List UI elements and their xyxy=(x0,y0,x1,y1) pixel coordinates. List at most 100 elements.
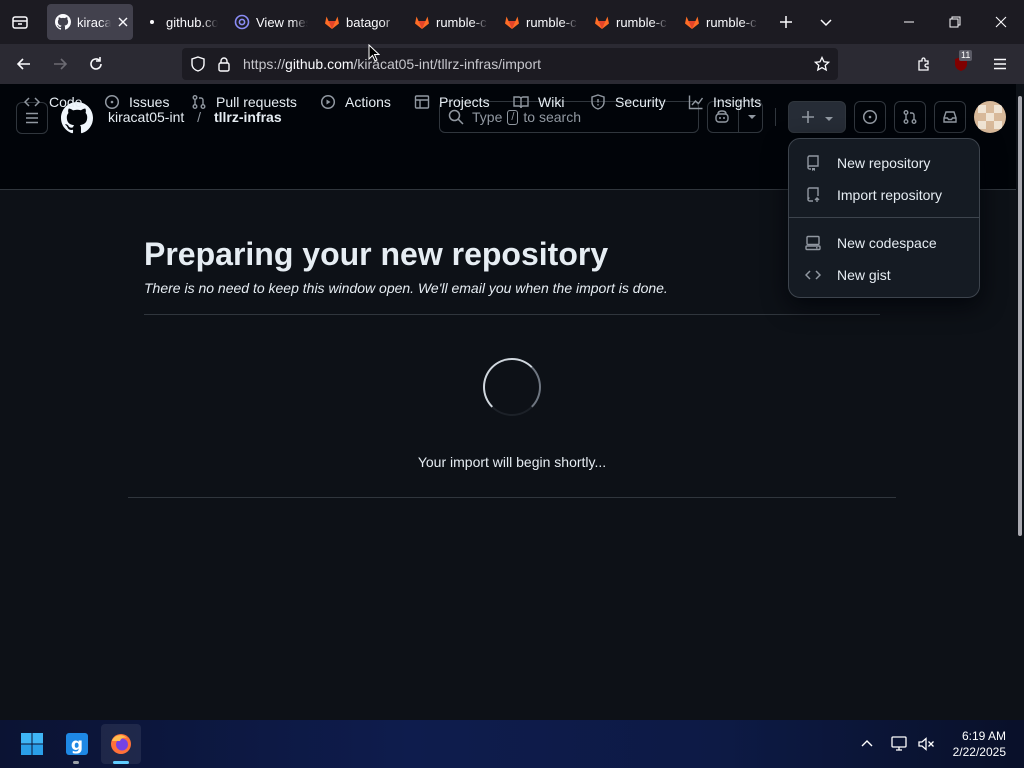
url-text[interactable]: https://github.com/kiracat05-int/tllrz-i… xyxy=(243,56,541,72)
windows-logo-icon xyxy=(21,733,43,755)
tab-pull-requests[interactable]: Pull requests xyxy=(191,84,297,120)
notifications-button[interactable] xyxy=(934,101,966,133)
tab-gitlab-rumble-4[interactable]: rumble-c xyxy=(676,4,760,40)
gitlab-icon xyxy=(685,16,699,29)
tab-gitlab-rumble-1[interactable]: rumble-c xyxy=(406,4,490,40)
issues-button[interactable] xyxy=(854,101,886,133)
book-icon xyxy=(513,96,529,109)
chevron-up-icon xyxy=(861,740,873,747)
close-window-button[interactable] xyxy=(987,8,1015,36)
close-tab-icon[interactable] xyxy=(117,16,129,28)
gitlab-icon xyxy=(595,16,609,29)
tab-gitlab-rumble-2[interactable]: rumble-c xyxy=(496,4,580,40)
identicon-icon xyxy=(974,101,1006,133)
graph-icon xyxy=(688,95,704,110)
volume-muted-icon xyxy=(918,737,934,751)
address-bar[interactable]: https://github.com/kiracat05-int/tllrz-i… xyxy=(182,48,838,80)
tab-projects[interactable]: Projects xyxy=(414,84,490,120)
inbox-icon xyxy=(943,111,957,123)
plus-icon xyxy=(780,16,792,28)
g-app-icon: g xyxy=(66,733,88,755)
tab-actions[interactable]: Actions xyxy=(320,84,391,120)
extensions-button[interactable] xyxy=(910,50,938,78)
repo-icon xyxy=(807,155,819,171)
close-icon xyxy=(995,16,1007,28)
taskbar-app-g[interactable]: g xyxy=(57,724,97,764)
arrow-left-icon xyxy=(16,58,30,70)
dot-icon xyxy=(150,20,154,24)
create-new-button[interactable] xyxy=(788,101,846,133)
menu-item-label: New gist xyxy=(837,267,891,283)
menu-item-label: Import repository xyxy=(837,187,943,203)
new-tab-button[interactable] xyxy=(772,8,800,36)
divider xyxy=(144,314,880,315)
volume-button[interactable] xyxy=(912,724,940,764)
show-hidden-icons-button[interactable] xyxy=(849,724,885,764)
restore-button[interactable] xyxy=(941,8,969,36)
tab-insights[interactable]: Insights xyxy=(688,84,761,120)
taskbar-clock[interactable]: 6:19 AM 2/22/2025 xyxy=(953,728,1006,760)
loading-spinner xyxy=(483,358,541,416)
menu-item-new-gist[interactable]: New gist xyxy=(797,259,973,291)
shield-icon xyxy=(591,94,605,110)
star-icon[interactable] xyxy=(814,56,830,72)
menu-button[interactable] xyxy=(986,50,1014,78)
tab-view-message[interactable]: View message xyxy=(226,4,310,40)
tab-gitlab-batagor[interactable]: batagor xyxy=(316,4,400,40)
divider xyxy=(128,497,896,498)
tab-code-label: Code xyxy=(49,94,83,110)
tab-label: rumble-c xyxy=(436,14,487,30)
chevron-down-icon xyxy=(820,19,832,27)
menu-item-label: New repository xyxy=(837,155,931,171)
list-all-tabs-button[interactable] xyxy=(812,8,840,36)
tab-wiki[interactable]: Wiki xyxy=(513,84,564,120)
ublock-extension-button[interactable]: 11 xyxy=(947,50,975,78)
play-icon xyxy=(320,94,336,110)
git-pull-request-icon xyxy=(192,95,206,109)
hamburger-icon xyxy=(994,58,1006,70)
taskbar-app-firefox[interactable] xyxy=(101,724,141,764)
codespaces-icon xyxy=(805,235,821,251)
menu-item-new-codespace[interactable]: New codespace xyxy=(797,227,973,259)
page-title: Preparing your new repository xyxy=(144,236,609,272)
repo-push-icon xyxy=(807,187,820,202)
minimize-button[interactable] xyxy=(895,8,923,36)
tab-github-com[interactable]: github.com xyxy=(136,4,220,40)
github-icon xyxy=(55,14,71,30)
shield-icon[interactable] xyxy=(190,56,206,72)
tab-security[interactable]: Security xyxy=(590,84,666,120)
chevron-down-icon xyxy=(825,117,833,121)
lock-icon[interactable] xyxy=(217,56,231,72)
menu-item-new-repository[interactable]: New repository xyxy=(797,147,973,179)
at-icon xyxy=(234,14,250,30)
firefox-icon xyxy=(111,734,131,754)
tab-label: rumble-c xyxy=(616,14,667,30)
tab-label: kiracat05-int/tllrz-infras xyxy=(77,14,111,30)
import-status-text: Your import will begin shortly... xyxy=(417,454,607,470)
pull-requests-button[interactable] xyxy=(894,101,926,133)
back-button[interactable] xyxy=(10,50,38,78)
avatar[interactable] xyxy=(974,101,1006,133)
network-button[interactable] xyxy=(886,724,914,764)
reload-button[interactable] xyxy=(82,50,110,78)
puzzle-icon xyxy=(918,57,929,71)
tab-label: batagor xyxy=(346,14,391,30)
scrollbar-thumb[interactable] xyxy=(1018,96,1022,536)
tab-projects-label: Projects xyxy=(439,94,490,110)
tab-issues-label: Issues xyxy=(129,94,170,110)
tab-gitlab-rumble-3[interactable]: rumble-c xyxy=(586,4,670,40)
tab-code[interactable]: Code xyxy=(24,84,82,120)
start-button[interactable] xyxy=(12,724,52,764)
plus-icon xyxy=(802,111,814,123)
page-scrollbar[interactable] xyxy=(1016,84,1024,720)
menu-item-import-repository[interactable]: Import repository xyxy=(797,179,973,211)
tab-github-repo[interactable]: kiracat05-int/tllrz-infras xyxy=(47,4,133,40)
tab-issues[interactable]: Issues xyxy=(104,84,169,120)
page-subtitle: There is no need to keep this window ope… xyxy=(144,280,668,296)
arrow-right-icon xyxy=(54,58,68,70)
firefox-view-button[interactable] xyxy=(6,8,34,36)
mouse-cursor-icon xyxy=(368,44,380,62)
tab-insights-label: Insights xyxy=(713,94,762,110)
forward-button[interactable] xyxy=(46,50,74,78)
gitlab-icon xyxy=(505,16,519,29)
